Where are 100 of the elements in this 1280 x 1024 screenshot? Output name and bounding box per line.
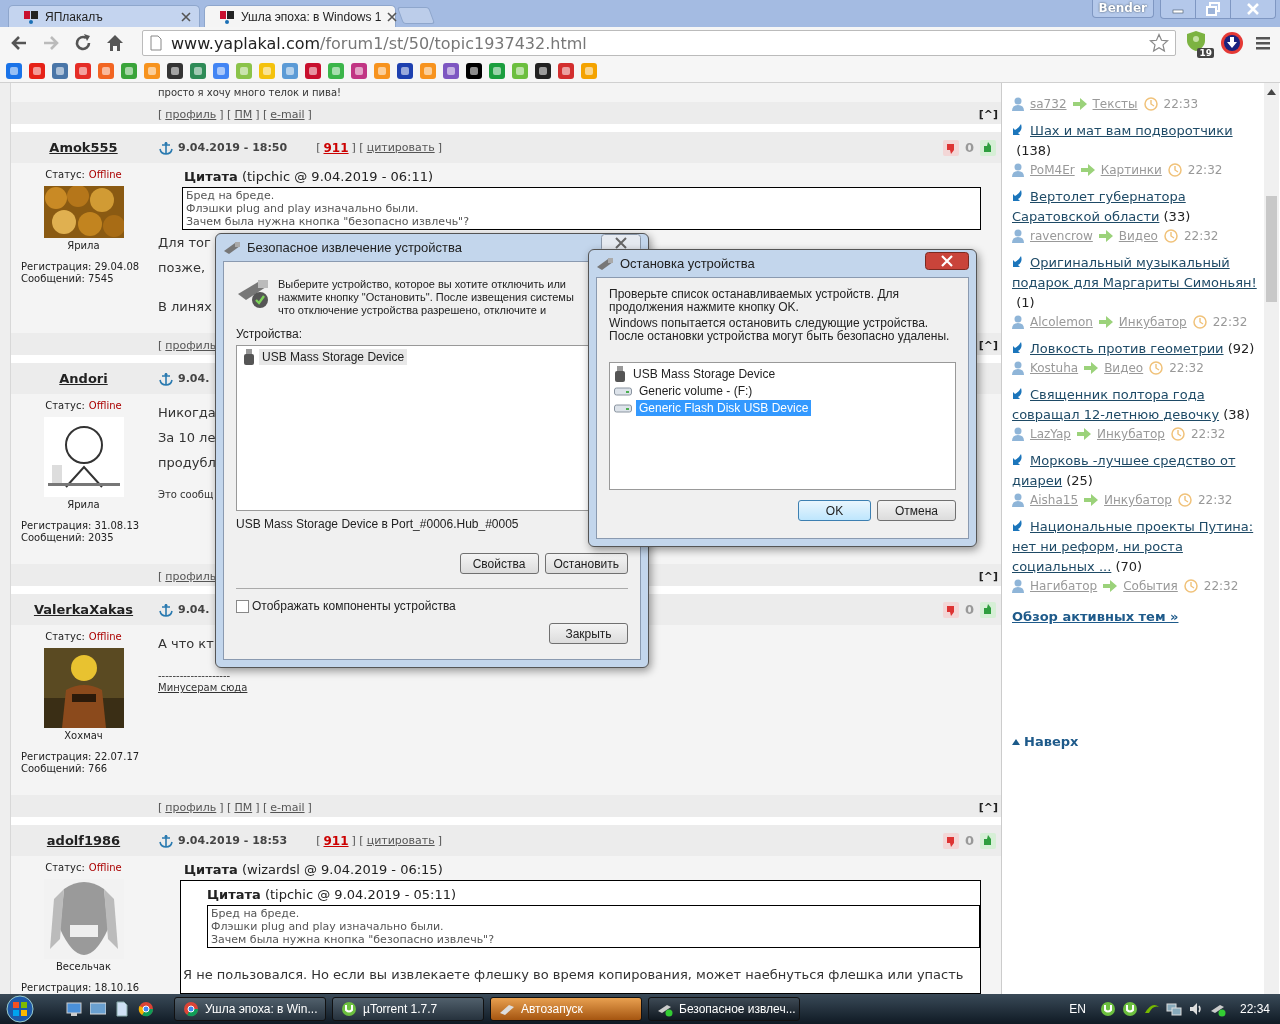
- topic-link[interactable]: Национальные проекты Путина: нет ни реформ, ни роста социальных ... (70): [1012, 517, 1264, 577]
- rating-link[interactable]: 911: [323, 140, 349, 155]
- topic-link[interactable]: Священник полтора года совращал 12-летнюю девочку (38): [1012, 385, 1264, 425]
- torrent-icon[interactable]: [1121, 1001, 1138, 1017]
- link[interactable]: e-mail: [270, 107, 305, 121]
- taskbar-button[interactable]: Безопасное извлеч...: [648, 997, 800, 1021]
- device-list[interactable]: USB Mass Storage Device Generic volume - (F:) Generic Flash Disk USB Device: [609, 362, 956, 490]
- username-link[interactable]: Andori: [59, 371, 108, 386]
- link[interactable]: профиль: [165, 107, 217, 121]
- post-text: В линях: [158, 298, 212, 316]
- topic-link[interactable]: Шах и мат вам подворотчики (138): [1012, 121, 1264, 161]
- message-count: Сообщений: 766: [21, 763, 109, 775]
- user-rank: Весельчак: [56, 961, 111, 972]
- close-icon[interactable]: [181, 11, 191, 22]
- topic-arrow-icon: [1012, 453, 1024, 467]
- top-link[interactable]: [^]: [978, 338, 998, 352]
- bookmark-icon[interactable]: [466, 62, 482, 79]
- clock-icon: [1149, 361, 1164, 375]
- anchor-icon[interactable]: [159, 602, 173, 617]
- time-text: 22:32: [1212, 315, 1248, 329]
- download-icon[interactable]: [1220, 31, 1244, 55]
- topic-arrow-icon: [1012, 341, 1024, 355]
- network-icon[interactable]: [1165, 1001, 1182, 1017]
- page-icon: [149, 35, 163, 51]
- link[interactable]: профиль: [165, 338, 217, 352]
- link[interactable]: профиль: [165, 569, 217, 583]
- monitor-icon[interactable]: [90, 1001, 106, 1017]
- username-link[interactable]: ValerkaXakas: [33, 602, 134, 617]
- topic-link[interactable]: Оригинальный музыкальный подарок для Маргариты Симоньян! (1): [1012, 253, 1264, 313]
- document-icon[interactable]: [114, 1001, 130, 1017]
- thumbs-down-icon[interactable]: [942, 139, 959, 156]
- topic-link[interactable]: Морковь -лучшее средство от диареи (25): [1012, 451, 1264, 491]
- close-icon[interactable]: [387, 11, 398, 22]
- menu-icon[interactable]: [1254, 34, 1272, 52]
- bookmark-icon[interactable]: [397, 62, 413, 79]
- anchor-icon[interactable]: [159, 371, 173, 386]
- anchor-icon[interactable]: [159, 140, 173, 155]
- star-icon[interactable]: [1149, 33, 1169, 53]
- link[interactable]: цитировать: [366, 834, 435, 847]
- thumbs-down-icon[interactable]: [942, 832, 959, 849]
- bracket-text: ]: [307, 800, 312, 814]
- browser-tab[interactable]: ЯПлакалъ: [8, 5, 200, 27]
- drive-icon: [614, 402, 632, 413]
- scrollbar[interactable]: [1264, 83, 1279, 995]
- browser-icon[interactable]: [138, 1001, 154, 1017]
- dialog-button[interactable]: Свойства: [459, 553, 539, 574]
- clock-icon: [1177, 493, 1192, 507]
- taskbar-button[interactable]: Ушла эпоха: в Win...: [174, 997, 326, 1021]
- post-text: продубл: [158, 454, 216, 472]
- close-button[interactable]: Закрыть: [549, 623, 628, 644]
- torrent-icon[interactable]: [1099, 1001, 1116, 1017]
- address-field[interactable]: www.yaplakal.com/forum1/st/50/topic1937432.html: [142, 30, 1176, 56]
- status-text: Offline: [88, 631, 122, 642]
- anchor-icon[interactable]: [159, 833, 173, 848]
- list-item[interactable]: Generic volume - (F:): [636, 382, 756, 399]
- top-link[interactable]: [^]: [978, 107, 998, 121]
- ok-button[interactable]: OK: [798, 500, 871, 521]
- browser-tab[interactable]: Ушла эпоха: в Windows 1: [204, 5, 396, 27]
- thumbs-up-icon[interactable]: [980, 139, 996, 156]
- volume-icon[interactable]: [1187, 1001, 1204, 1017]
- username-link[interactable]: adolf1986: [46, 833, 121, 848]
- vote-count: 0: [964, 833, 974, 848]
- post-text: За 10 ле: [158, 429, 216, 447]
- link[interactable]: цитировать: [366, 141, 435, 154]
- link[interactable]: ПМ: [234, 800, 253, 814]
- post-date: 9.04.2019 - 18:53: [178, 834, 288, 847]
- time-text: 22:32: [1197, 493, 1233, 507]
- topic-link[interactable]: Вертолет губернатора Саратовской области (33): [1012, 187, 1264, 227]
- thumbs-up-icon[interactable]: [980, 601, 996, 618]
- rating-link[interactable]: 911: [323, 833, 349, 848]
- top-link[interactable]: [^]: [978, 569, 998, 583]
- clock-text[interactable]: 22:34: [1239, 1002, 1270, 1016]
- taskbar-button[interactable]: µTorrent 1.7.7: [332, 997, 484, 1021]
- top-link[interactable]: [^]: [978, 800, 998, 814]
- back-to-top-link[interactable]: Наверх: [1024, 734, 1079, 749]
- active-topics-link[interactable]: Обзор активных тем »: [1012, 609, 1179, 624]
- link[interactable]: профиль: [165, 800, 217, 814]
- dialog-button[interactable]: Остановить: [544, 553, 628, 574]
- desktop-icon[interactable]: [66, 1001, 82, 1017]
- thumbs-down-icon[interactable]: [942, 601, 959, 618]
- user-icon: [1012, 315, 1024, 329]
- thumbs-up-icon[interactable]: [980, 832, 996, 849]
- arrow-icon: [1084, 494, 1099, 506]
- topic-link[interactable]: Ловкость против геометрии (92): [1012, 339, 1264, 359]
- link[interactable]: e-mail: [270, 800, 305, 814]
- bracket-text: [: [158, 338, 163, 352]
- list-item[interactable]: USB Mass Storage Device: [630, 365, 779, 382]
- close-icon[interactable]: [925, 252, 969, 270]
- bookmark-icon[interactable]: [535, 62, 551, 79]
- arrow-icon: [1098, 316, 1113, 328]
- cancel-button[interactable]: Отмена: [877, 500, 956, 521]
- list-item[interactable]: USB Mass Storage Device: [259, 348, 408, 365]
- signature-link[interactable]: Минусерам сюда: [158, 682, 248, 693]
- checkbox[interactable]: [236, 599, 249, 613]
- scroll-thumb[interactable]: [1266, 196, 1277, 302]
- link[interactable]: ПМ: [234, 107, 253, 121]
- bookmark-icon[interactable]: [167, 62, 183, 79]
- language-indicator[interactable]: EN: [1069, 1002, 1086, 1016]
- username-link[interactable]: Amok555: [49, 140, 118, 155]
- user-icon: [1012, 229, 1024, 243]
